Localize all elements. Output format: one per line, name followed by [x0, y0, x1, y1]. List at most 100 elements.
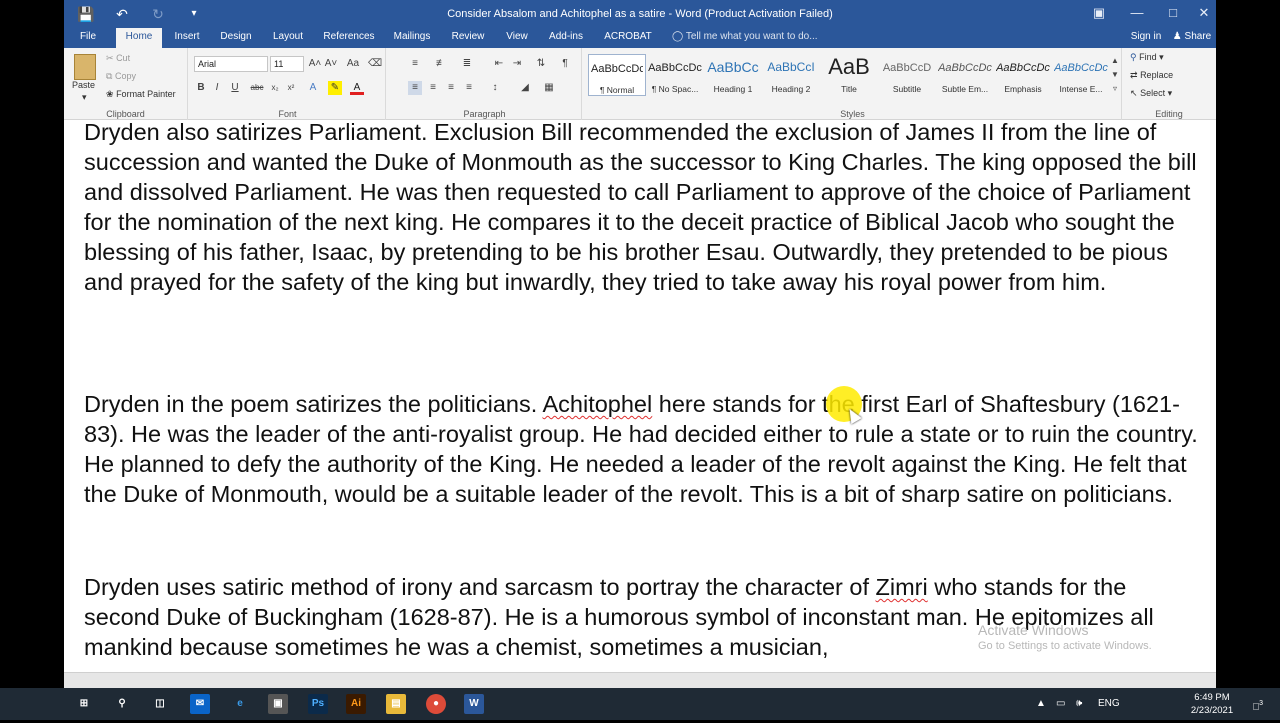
document-page[interactable]: Dryden also satirizes Parliament. Exclus…	[64, 120, 1216, 672]
change-case-icon[interactable]: Aa	[346, 57, 360, 71]
increase-indent-icon[interactable]: ⇥	[510, 57, 524, 71]
paragraph-text: Dryden uses satiric method of irony and …	[84, 574, 876, 600]
borders-icon[interactable]: ▦	[542, 81, 556, 95]
subscript-icon[interactable]: x₂	[268, 81, 282, 95]
brush-icon: ❀	[106, 89, 114, 99]
italic-icon[interactable]: I	[210, 81, 224, 95]
underline-icon[interactable]: U	[228, 81, 242, 95]
chevron-down-icon: ▾	[1167, 88, 1173, 98]
style-heading-2[interactable]: AaBbCcI Heading 2	[762, 54, 820, 96]
strikethrough-icon[interactable]: abc	[250, 81, 264, 95]
volume-icon[interactable]: 🕪	[1076, 688, 1082, 720]
styles-more-icon[interactable]: ▿	[1108, 82, 1122, 96]
styles-scroll-down-icon[interactable]: ▼	[1108, 68, 1122, 82]
share-label: Share	[1184, 31, 1212, 42]
style-subtle-emphasis[interactable]: AaBbCcDc Subtle Em...	[936, 54, 994, 96]
tab-review[interactable]: Review	[448, 28, 488, 48]
format-painter-button[interactable]: ❀ Format Painter	[106, 89, 176, 100]
tell-me-box[interactable]: ◯ Tell me what you want to do...	[672, 28, 818, 48]
edge-icon[interactable]: e	[230, 694, 250, 714]
line-spacing-icon[interactable]: ↕	[488, 81, 502, 95]
search-icon: ⚲	[1130, 52, 1137, 62]
illustrator-icon[interactable]: Ai	[346, 694, 366, 714]
action-center-icon[interactable]: □3	[1246, 688, 1270, 720]
font-size-select[interactable]: 11	[270, 56, 304, 72]
align-right-icon[interactable]: ≡	[444, 81, 458, 95]
select-button[interactable]: ↖ Select ▾	[1130, 88, 1172, 99]
style-heading-1[interactable]: AaBbCc Heading 1	[704, 54, 762, 96]
ribbon-display-icon[interactable]: ▣	[1080, 0, 1118, 28]
tab-layout[interactable]: Layout	[268, 28, 308, 48]
chrome-icon[interactable]: ●	[426, 694, 446, 714]
tab-add-ins[interactable]: Add-ins	[544, 28, 588, 48]
numbering-icon[interactable]: ≢	[434, 57, 448, 71]
tab-file[interactable]: File	[72, 28, 104, 48]
close-button[interactable]: ✕	[1192, 0, 1216, 28]
notification-count: 3	[1259, 700, 1263, 707]
tab-references[interactable]: References	[320, 28, 378, 48]
maximize-button[interactable]: □	[1154, 0, 1192, 28]
network-icon[interactable]: ▲	[1036, 688, 1046, 720]
sign-in-link[interactable]: Sign in	[1124, 28, 1168, 48]
paste-button[interactable]: Paste	[72, 80, 95, 90]
sort-icon[interactable]: ⇅	[534, 57, 548, 71]
font-label: Font	[278, 109, 297, 119]
replace-button[interactable]: ⇄ Replace	[1130, 70, 1173, 81]
styles-scroll-up-icon[interactable]: ▲	[1108, 54, 1122, 68]
tab-home[interactable]: Home	[116, 28, 162, 48]
align-center-icon[interactable]: ≡	[426, 81, 440, 95]
font-color-icon[interactable]: A	[350, 81, 364, 95]
copy-button[interactable]: ⧉ Copy	[106, 71, 136, 82]
style-intense-emphasis[interactable]: AaBbCcDc Intense E...	[1052, 54, 1110, 96]
decrease-indent-icon[interactable]: ⇤	[492, 57, 506, 71]
tab-design[interactable]: Design	[216, 28, 256, 48]
style-title[interactable]: AaB Title	[820, 54, 878, 96]
windows-start-icon[interactable]: ⊞	[74, 694, 94, 714]
show-formatting-icon[interactable]: ¶	[558, 57, 572, 71]
style-sample: AaBbCcI	[767, 60, 815, 74]
cut-button[interactable]: ✂ Cut	[106, 53, 130, 64]
style-subtitle[interactable]: AaBbCcD Subtitle	[878, 54, 936, 96]
style-name: Subtle Em...	[941, 84, 989, 94]
style-sample: AaB	[828, 54, 870, 79]
paste-icon[interactable]	[74, 54, 96, 80]
task-view-icon[interactable]: ◫	[150, 694, 170, 714]
minimize-button[interactable]: —	[1118, 0, 1156, 28]
justify-icon[interactable]: ≡	[462, 81, 476, 95]
text-effects-icon[interactable]: A	[306, 81, 320, 95]
superscript-icon[interactable]: x²	[284, 81, 298, 95]
clear-formatting-icon[interactable]: ⌫	[368, 57, 382, 71]
find-button[interactable]: ⚲ Find ▾	[1130, 52, 1164, 63]
tab-acrobat[interactable]: ACROBAT	[600, 28, 656, 48]
paste-dropdown-icon[interactable]: ▾	[82, 92, 87, 103]
battery-icon[interactable]: ▭	[1056, 688, 1065, 720]
tab-mailings[interactable]: Mailings	[390, 28, 434, 48]
clock[interactable]: 6:49 PM 2/23/2021	[1182, 691, 1242, 717]
bullets-icon[interactable]: ≡	[408, 57, 422, 71]
tab-insert[interactable]: Insert	[170, 28, 204, 48]
style-name: Subtitle	[892, 84, 922, 94]
style-normal[interactable]: AaBbCcDc ¶ Normal	[588, 54, 646, 96]
multilevel-list-icon[interactable]: ≣	[460, 57, 474, 71]
word-icon[interactable]: W	[464, 694, 484, 714]
language-indicator[interactable]: ENG	[1098, 688, 1120, 720]
store-icon[interactable]: ▣	[268, 694, 288, 714]
clock-time: 6:49 PM	[1194, 692, 1230, 703]
align-left-icon[interactable]: ≡	[408, 81, 422, 95]
highlight-icon[interactable]: ✎	[328, 81, 342, 95]
share-button[interactable]: ♟ Share	[1172, 28, 1212, 48]
search-icon[interactable]: ⚲	[112, 694, 132, 714]
file-explorer-icon[interactable]: ▤	[386, 694, 406, 714]
grow-font-icon[interactable]: A˄	[308, 57, 322, 71]
font-family-select[interactable]: Arial	[194, 56, 268, 72]
mail-icon[interactable]: ✉	[190, 694, 210, 714]
shading-icon[interactable]: ◢	[518, 81, 532, 95]
style-sample: AaBbCcDc	[996, 62, 1050, 74]
tab-view[interactable]: View	[502, 28, 532, 48]
replace-icon: ⇄	[1130, 70, 1138, 80]
bold-icon[interactable]: B	[194, 81, 208, 95]
style-emphasis[interactable]: AaBbCcDc Emphasis	[994, 54, 1052, 96]
photoshop-icon[interactable]: Ps	[308, 694, 328, 714]
style-no-spacing[interactable]: AaBbCcDc ¶ No Spac...	[646, 54, 704, 96]
shrink-font-icon[interactable]: A˅	[324, 57, 338, 71]
